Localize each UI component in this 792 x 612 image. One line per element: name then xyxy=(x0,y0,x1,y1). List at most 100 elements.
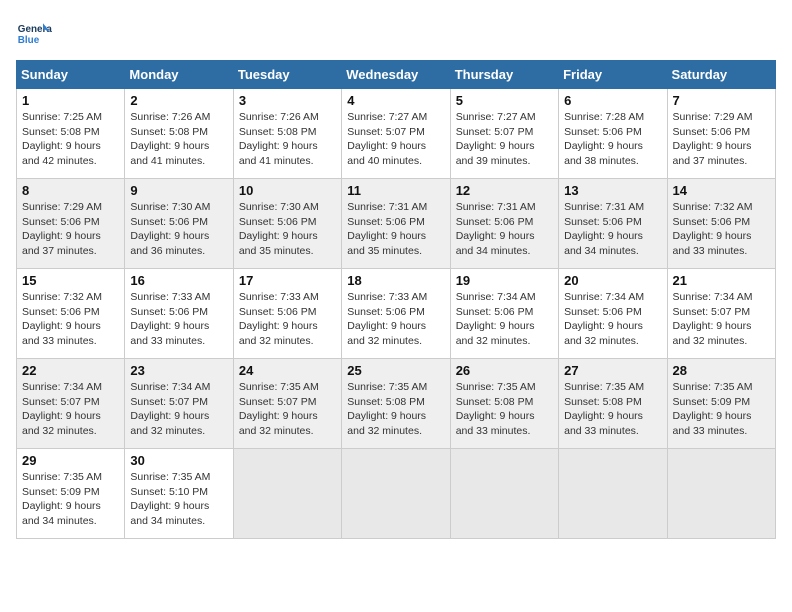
day-info: Sunrise: 7:34 AM Sunset: 5:06 PM Dayligh… xyxy=(564,290,661,349)
calendar-cell xyxy=(667,449,775,539)
calendar-cell: 30 Sunrise: 7:35 AM Sunset: 5:10 PM Dayl… xyxy=(125,449,233,539)
calendar-week-5: 29 Sunrise: 7:35 AM Sunset: 5:09 PM Dayl… xyxy=(17,449,776,539)
calendar-cell: 23 Sunrise: 7:34 AM Sunset: 5:07 PM Dayl… xyxy=(125,359,233,449)
day-number: 28 xyxy=(673,363,770,378)
calendar-cell: 10 Sunrise: 7:30 AM Sunset: 5:06 PM Dayl… xyxy=(233,179,341,269)
day-info: Sunrise: 7:26 AM Sunset: 5:08 PM Dayligh… xyxy=(130,110,227,169)
day-number: 19 xyxy=(456,273,553,288)
calendar-cell: 9 Sunrise: 7:30 AM Sunset: 5:06 PM Dayli… xyxy=(125,179,233,269)
page-header: General Blue xyxy=(16,16,776,52)
calendar-header-row: SundayMondayTuesdayWednesdayThursdayFrid… xyxy=(17,61,776,89)
logo: General Blue xyxy=(16,16,52,52)
day-header-monday: Monday xyxy=(125,61,233,89)
day-number: 14 xyxy=(673,183,770,198)
calendar-cell: 4 Sunrise: 7:27 AM Sunset: 5:07 PM Dayli… xyxy=(342,89,450,179)
day-number: 12 xyxy=(456,183,553,198)
day-header-tuesday: Tuesday xyxy=(233,61,341,89)
day-info: Sunrise: 7:35 AM Sunset: 5:08 PM Dayligh… xyxy=(564,380,661,439)
day-number: 11 xyxy=(347,183,444,198)
day-number: 9 xyxy=(130,183,227,198)
calendar-cell: 29 Sunrise: 7:35 AM Sunset: 5:09 PM Dayl… xyxy=(17,449,125,539)
calendar-cell: 15 Sunrise: 7:32 AM Sunset: 5:06 PM Dayl… xyxy=(17,269,125,359)
calendar-cell: 8 Sunrise: 7:29 AM Sunset: 5:06 PM Dayli… xyxy=(17,179,125,269)
day-info: Sunrise: 7:35 AM Sunset: 5:08 PM Dayligh… xyxy=(347,380,444,439)
day-number: 7 xyxy=(673,93,770,108)
calendar-cell xyxy=(233,449,341,539)
day-info: Sunrise: 7:35 AM Sunset: 5:07 PM Dayligh… xyxy=(239,380,336,439)
day-number: 21 xyxy=(673,273,770,288)
calendar-cell xyxy=(450,449,558,539)
day-number: 1 xyxy=(22,93,119,108)
day-info: Sunrise: 7:31 AM Sunset: 5:06 PM Dayligh… xyxy=(456,200,553,259)
calendar-cell xyxy=(342,449,450,539)
day-number: 13 xyxy=(564,183,661,198)
day-info: Sunrise: 7:32 AM Sunset: 5:06 PM Dayligh… xyxy=(22,290,119,349)
calendar-cell: 2 Sunrise: 7:26 AM Sunset: 5:08 PM Dayli… xyxy=(125,89,233,179)
calendar-cell: 24 Sunrise: 7:35 AM Sunset: 5:07 PM Dayl… xyxy=(233,359,341,449)
day-number: 23 xyxy=(130,363,227,378)
calendar-cell: 5 Sunrise: 7:27 AM Sunset: 5:07 PM Dayli… xyxy=(450,89,558,179)
day-number: 26 xyxy=(456,363,553,378)
day-number: 6 xyxy=(564,93,661,108)
day-header-thursday: Thursday xyxy=(450,61,558,89)
calendar-cell: 17 Sunrise: 7:33 AM Sunset: 5:06 PM Dayl… xyxy=(233,269,341,359)
day-number: 5 xyxy=(456,93,553,108)
day-header-wednesday: Wednesday xyxy=(342,61,450,89)
calendar-cell: 27 Sunrise: 7:35 AM Sunset: 5:08 PM Dayl… xyxy=(559,359,667,449)
day-number: 20 xyxy=(564,273,661,288)
calendar-cell xyxy=(559,449,667,539)
day-info: Sunrise: 7:31 AM Sunset: 5:06 PM Dayligh… xyxy=(347,200,444,259)
day-number: 25 xyxy=(347,363,444,378)
calendar-week-1: 1 Sunrise: 7:25 AM Sunset: 5:08 PM Dayli… xyxy=(17,89,776,179)
day-number: 18 xyxy=(347,273,444,288)
day-number: 29 xyxy=(22,453,119,468)
day-number: 2 xyxy=(130,93,227,108)
calendar-cell: 28 Sunrise: 7:35 AM Sunset: 5:09 PM Dayl… xyxy=(667,359,775,449)
day-number: 15 xyxy=(22,273,119,288)
day-number: 24 xyxy=(239,363,336,378)
day-info: Sunrise: 7:31 AM Sunset: 5:06 PM Dayligh… xyxy=(564,200,661,259)
day-number: 16 xyxy=(130,273,227,288)
day-info: Sunrise: 7:25 AM Sunset: 5:08 PM Dayligh… xyxy=(22,110,119,169)
day-info: Sunrise: 7:30 AM Sunset: 5:06 PM Dayligh… xyxy=(239,200,336,259)
calendar-cell: 18 Sunrise: 7:33 AM Sunset: 5:06 PM Dayl… xyxy=(342,269,450,359)
calendar-cell: 11 Sunrise: 7:31 AM Sunset: 5:06 PM Dayl… xyxy=(342,179,450,269)
day-info: Sunrise: 7:34 AM Sunset: 5:07 PM Dayligh… xyxy=(22,380,119,439)
day-info: Sunrise: 7:30 AM Sunset: 5:06 PM Dayligh… xyxy=(130,200,227,259)
day-info: Sunrise: 7:34 AM Sunset: 5:07 PM Dayligh… xyxy=(673,290,770,349)
calendar-week-4: 22 Sunrise: 7:34 AM Sunset: 5:07 PM Dayl… xyxy=(17,359,776,449)
calendar-cell: 25 Sunrise: 7:35 AM Sunset: 5:08 PM Dayl… xyxy=(342,359,450,449)
day-header-saturday: Saturday xyxy=(667,61,775,89)
calendar-table: SundayMondayTuesdayWednesdayThursdayFrid… xyxy=(16,60,776,539)
day-info: Sunrise: 7:27 AM Sunset: 5:07 PM Dayligh… xyxy=(456,110,553,169)
day-info: Sunrise: 7:29 AM Sunset: 5:06 PM Dayligh… xyxy=(22,200,119,259)
calendar-cell: 14 Sunrise: 7:32 AM Sunset: 5:06 PM Dayl… xyxy=(667,179,775,269)
calendar-cell: 3 Sunrise: 7:26 AM Sunset: 5:08 PM Dayli… xyxy=(233,89,341,179)
day-info: Sunrise: 7:35 AM Sunset: 5:08 PM Dayligh… xyxy=(456,380,553,439)
day-info: Sunrise: 7:28 AM Sunset: 5:06 PM Dayligh… xyxy=(564,110,661,169)
calendar-cell: 19 Sunrise: 7:34 AM Sunset: 5:06 PM Dayl… xyxy=(450,269,558,359)
calendar-cell: 21 Sunrise: 7:34 AM Sunset: 5:07 PM Dayl… xyxy=(667,269,775,359)
calendar-cell: 12 Sunrise: 7:31 AM Sunset: 5:06 PM Dayl… xyxy=(450,179,558,269)
logo-icon: General Blue xyxy=(16,16,52,52)
day-number: 27 xyxy=(564,363,661,378)
calendar-cell: 6 Sunrise: 7:28 AM Sunset: 5:06 PM Dayli… xyxy=(559,89,667,179)
day-number: 22 xyxy=(22,363,119,378)
day-number: 3 xyxy=(239,93,336,108)
calendar-cell: 22 Sunrise: 7:34 AM Sunset: 5:07 PM Dayl… xyxy=(17,359,125,449)
day-number: 8 xyxy=(22,183,119,198)
day-number: 4 xyxy=(347,93,444,108)
day-number: 17 xyxy=(239,273,336,288)
day-header-sunday: Sunday xyxy=(17,61,125,89)
calendar-cell: 7 Sunrise: 7:29 AM Sunset: 5:06 PM Dayli… xyxy=(667,89,775,179)
day-info: Sunrise: 7:34 AM Sunset: 5:07 PM Dayligh… xyxy=(130,380,227,439)
day-info: Sunrise: 7:33 AM Sunset: 5:06 PM Dayligh… xyxy=(130,290,227,349)
day-info: Sunrise: 7:29 AM Sunset: 5:06 PM Dayligh… xyxy=(673,110,770,169)
calendar-cell: 1 Sunrise: 7:25 AM Sunset: 5:08 PM Dayli… xyxy=(17,89,125,179)
day-info: Sunrise: 7:32 AM Sunset: 5:06 PM Dayligh… xyxy=(673,200,770,259)
calendar-cell: 26 Sunrise: 7:35 AM Sunset: 5:08 PM Dayl… xyxy=(450,359,558,449)
day-info: Sunrise: 7:35 AM Sunset: 5:09 PM Dayligh… xyxy=(22,470,119,529)
day-info: Sunrise: 7:34 AM Sunset: 5:06 PM Dayligh… xyxy=(456,290,553,349)
day-info: Sunrise: 7:35 AM Sunset: 5:10 PM Dayligh… xyxy=(130,470,227,529)
calendar-week-2: 8 Sunrise: 7:29 AM Sunset: 5:06 PM Dayli… xyxy=(17,179,776,269)
